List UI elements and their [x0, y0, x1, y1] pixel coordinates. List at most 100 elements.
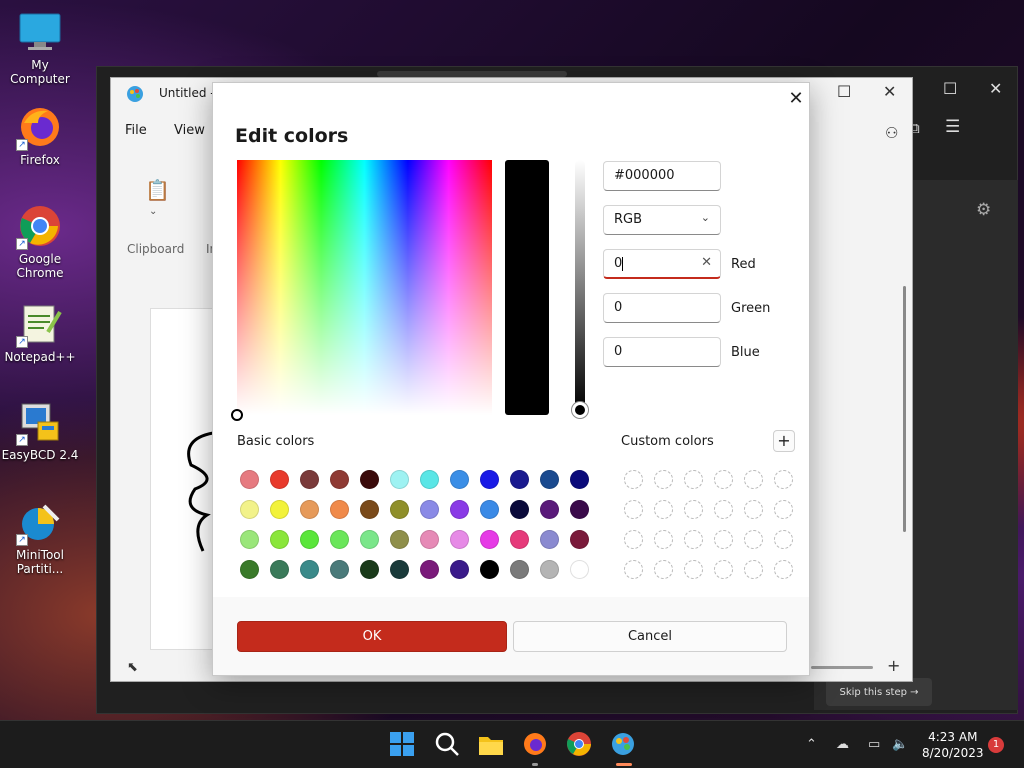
hex-input[interactable]: #000000 — [603, 161, 721, 191]
basic-color-swatch[interactable] — [480, 500, 499, 519]
custom-color-slot[interactable] — [624, 470, 643, 489]
maximize-icon[interactable]: ☐ — [943, 79, 957, 98]
basic-color-swatch[interactable] — [420, 560, 439, 579]
custom-color-slot[interactable] — [714, 470, 733, 489]
custom-color-slot[interactable] — [684, 500, 703, 519]
chevron-up-icon[interactable]: ⌃ — [806, 737, 817, 752]
maximize-icon[interactable]: ☐ — [837, 82, 851, 101]
basic-color-swatch[interactable] — [450, 530, 469, 549]
notification-badge[interactable]: 1 — [988, 737, 1004, 753]
paint-taskbar-icon[interactable] — [610, 731, 638, 759]
basic-color-swatch[interactable] — [240, 530, 259, 549]
custom-color-slot[interactable] — [654, 470, 673, 489]
zoom-in-icon[interactable]: + — [887, 656, 900, 675]
menu-file[interactable]: File — [125, 123, 147, 138]
desktop-icon-easybcd[interactable]: ↗ EasyBCD 2.4 — [0, 400, 80, 462]
basic-color-swatch[interactable] — [570, 500, 589, 519]
basic-color-swatch[interactable] — [570, 560, 589, 579]
basic-color-swatch[interactable] — [330, 530, 349, 549]
custom-color-slot[interactable] — [744, 500, 763, 519]
basic-color-swatch[interactable] — [420, 500, 439, 519]
basic-color-swatch[interactable] — [360, 500, 379, 519]
basic-color-swatch[interactable] — [510, 500, 529, 519]
share-icon[interactable]: ⚇ — [885, 124, 898, 142]
basic-color-swatch[interactable] — [390, 470, 409, 489]
settings-gear-icon[interactable]: ⚙ — [976, 200, 991, 220]
basic-color-swatch[interactable] — [300, 500, 319, 519]
custom-color-slot[interactable] — [714, 560, 733, 579]
basic-color-swatch[interactable] — [360, 470, 379, 489]
clear-icon[interactable]: ✕ — [701, 255, 712, 270]
custom-color-slot[interactable] — [774, 500, 793, 519]
basic-color-swatch[interactable] — [420, 530, 439, 549]
basic-color-swatch[interactable] — [390, 560, 409, 579]
zoom-slider[interactable] — [811, 666, 873, 669]
volume-icon[interactable]: 🔈 — [892, 737, 908, 752]
add-custom-color-button[interactable]: + — [773, 430, 795, 452]
basic-color-swatch[interactable] — [540, 560, 559, 579]
basic-color-swatch[interactable] — [540, 500, 559, 519]
basic-color-swatch[interactable] — [480, 530, 499, 549]
custom-color-slot[interactable] — [774, 530, 793, 549]
custom-color-slot[interactable] — [654, 530, 673, 549]
clipboard-paste-icon[interactable]: 📋 — [145, 178, 170, 202]
basic-color-swatch[interactable] — [330, 560, 349, 579]
basic-color-swatch[interactable] — [300, 560, 319, 579]
basic-color-swatch[interactable] — [450, 560, 469, 579]
menu-icon[interactable]: ☰ — [945, 117, 960, 137]
firefox-taskbar-icon[interactable] — [522, 731, 550, 759]
basic-color-swatch[interactable] — [540, 470, 559, 489]
desktop-icon-chrome[interactable]: ↗ Google Chrome — [0, 204, 80, 280]
network-icon[interactable]: ▭ — [868, 737, 880, 752]
chrome-taskbar-icon[interactable] — [566, 731, 594, 759]
start-icon[interactable] — [389, 731, 417, 759]
basic-color-swatch[interactable] — [480, 560, 499, 579]
desktop-icon-my-computer[interactable]: My Computer — [0, 10, 80, 86]
custom-color-slot[interactable] — [744, 560, 763, 579]
basic-color-swatch[interactable] — [270, 470, 289, 489]
custom-color-slot[interactable] — [624, 500, 643, 519]
spectrum-marker[interactable] — [231, 409, 243, 421]
basic-color-swatch[interactable] — [240, 500, 259, 519]
basic-color-swatch[interactable] — [390, 530, 409, 549]
custom-color-slot[interactable] — [774, 560, 793, 579]
basic-color-swatch[interactable] — [270, 530, 289, 549]
ok-button[interactable]: OK — [237, 621, 507, 652]
custom-color-slot[interactable] — [684, 560, 703, 579]
basic-color-swatch[interactable] — [270, 560, 289, 579]
desktop-icon-firefox[interactable]: ↗ Firefox — [0, 105, 80, 167]
basic-color-swatch[interactable] — [510, 530, 529, 549]
basic-color-swatch[interactable] — [510, 470, 529, 489]
basic-color-swatch[interactable] — [420, 470, 439, 489]
brightness-slider-thumb[interactable] — [572, 402, 588, 418]
basic-color-swatch[interactable] — [240, 560, 259, 579]
color-mode-select[interactable]: RGB ⌄ — [603, 205, 721, 235]
custom-color-slot[interactable] — [624, 560, 643, 579]
basic-color-swatch[interactable] — [570, 470, 589, 489]
custom-color-slot[interactable] — [774, 470, 793, 489]
custom-color-slot[interactable] — [654, 500, 673, 519]
basic-color-swatch[interactable] — [570, 530, 589, 549]
vertical-scrollbar[interactable] — [903, 286, 906, 532]
search-icon[interactable] — [434, 731, 462, 759]
basic-color-swatch[interactable] — [450, 470, 469, 489]
blue-input[interactable]: 0 — [603, 337, 721, 367]
basic-color-swatch[interactable] — [450, 500, 469, 519]
custom-color-slot[interactable] — [654, 560, 673, 579]
file-explorer-icon[interactable] — [478, 731, 506, 759]
custom-color-slot[interactable] — [744, 470, 763, 489]
basic-color-swatch[interactable] — [300, 470, 319, 489]
clock[interactable]: 4:23 AM 8/20/2023 — [922, 729, 984, 761]
custom-color-slot[interactable] — [684, 530, 703, 549]
desktop-icon-minitool[interactable]: ↗ MiniTool Partiti... — [0, 500, 80, 576]
close-icon[interactable]: ✕ — [785, 87, 807, 109]
menu-view[interactable]: View — [174, 123, 205, 138]
basic-color-swatch[interactable] — [240, 470, 259, 489]
basic-color-swatch[interactable] — [510, 560, 529, 579]
custom-color-slot[interactable] — [714, 530, 733, 549]
custom-color-slot[interactable] — [744, 530, 763, 549]
onedrive-icon[interactable]: ☁ — [836, 737, 849, 752]
custom-color-slot[interactable] — [684, 470, 703, 489]
basic-color-swatch[interactable] — [270, 500, 289, 519]
custom-color-slot[interactable] — [624, 530, 643, 549]
